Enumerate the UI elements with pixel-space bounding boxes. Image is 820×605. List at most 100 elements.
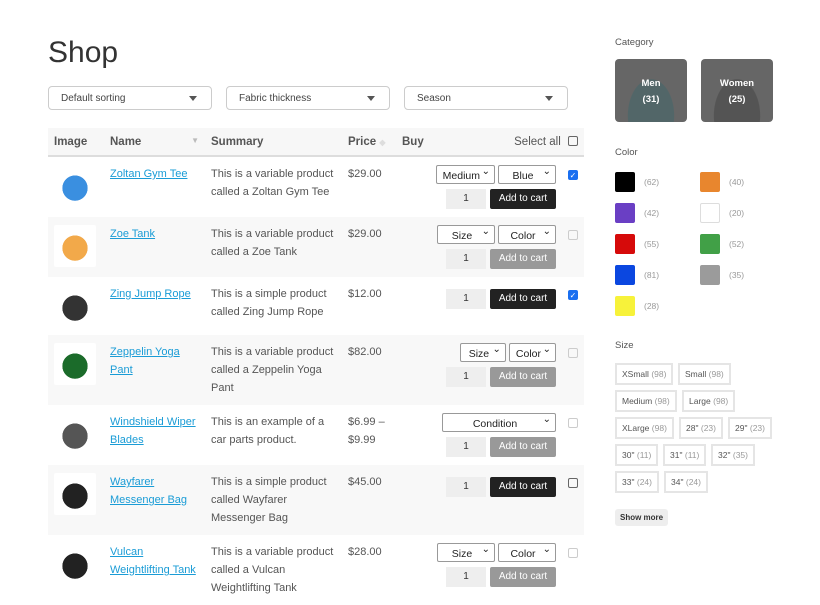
- size-filter-option[interactable]: 28" (23): [679, 417, 723, 439]
- size-filter-option[interactable]: Small (98): [678, 363, 731, 385]
- product-summary: This is a simple product called Wayfarer…: [205, 465, 342, 535]
- color-count: (20): [729, 208, 744, 218]
- select-all[interactable]: Select all: [514, 136, 578, 148]
- product-name-link[interactable]: Zoe Tank: [110, 228, 155, 240]
- size-filter-option[interactable]: 31" (11): [663, 444, 706, 466]
- product-name-link[interactable]: Zing Jump Rope: [110, 288, 191, 300]
- sorting-dropdown[interactable]: Default sorting: [48, 86, 212, 110]
- product-image[interactable]: [54, 225, 96, 267]
- size-filter-option[interactable]: 29" (23): [728, 417, 772, 439]
- product-image-cell: [48, 535, 104, 605]
- size-filter-option[interactable]: XSmall (98): [615, 363, 673, 385]
- product-image[interactable]: [54, 473, 96, 515]
- add-to-cart-button[interactable]: Add to cart: [490, 189, 556, 209]
- product-price: $45.00: [342, 465, 396, 535]
- size-filter-option[interactable]: 32" (35): [711, 444, 755, 466]
- color-swatch[interactable]: [615, 234, 635, 254]
- size-count: (98): [709, 369, 724, 379]
- add-to-cart-button[interactable]: Add to cart: [490, 367, 556, 387]
- buy-cell: SizeColor 1Add to cart: [396, 217, 584, 277]
- add-to-cart-button[interactable]: Add to cart: [490, 289, 556, 309]
- select-checkbox[interactable]: ✓: [568, 170, 578, 180]
- color-swatch[interactable]: [700, 234, 720, 254]
- select-checkbox[interactable]: [568, 548, 578, 558]
- size-filter-option[interactable]: Medium (98): [615, 390, 677, 412]
- table-row: Zoltan Gym Tee This is a variable produc…: [48, 156, 584, 217]
- variation-select[interactable]: Color: [498, 225, 556, 244]
- add-to-cart-button[interactable]: Add to cart: [490, 567, 556, 587]
- col-price[interactable]: Price ◆: [342, 128, 396, 156]
- product-name-link[interactable]: Windshield Wiper Blades: [110, 416, 196, 446]
- size-filter-option[interactable]: 34" (24): [664, 471, 708, 493]
- product-image[interactable]: [54, 165, 96, 207]
- product-summary: This is a variable product called a Zepp…: [205, 335, 342, 405]
- size-filter-option[interactable]: 33" (24): [615, 471, 659, 493]
- product-image[interactable]: [54, 543, 96, 585]
- size-label: XLarge: [622, 423, 649, 433]
- product-image[interactable]: [54, 343, 96, 385]
- variation-select[interactable]: Condition: [442, 413, 556, 432]
- add-to-cart-button[interactable]: Add to cart: [490, 437, 556, 457]
- select-checkbox[interactable]: [568, 478, 578, 488]
- col-price-label: Price: [348, 136, 376, 148]
- season-dropdown[interactable]: Season: [404, 86, 568, 110]
- color-swatch[interactable]: [615, 265, 635, 285]
- fabric-thickness-dropdown[interactable]: Fabric thickness: [226, 86, 390, 110]
- col-name[interactable]: Name▼: [104, 128, 205, 156]
- sort-icon[interactable]: ▼: [191, 136, 199, 145]
- variation-select[interactable]: Color: [509, 343, 556, 362]
- size-filter-option[interactable]: 30" (11): [615, 444, 658, 466]
- product-image[interactable]: [54, 285, 96, 327]
- product-image[interactable]: [54, 413, 96, 455]
- variation-select[interactable]: Blue: [498, 165, 556, 184]
- color-swatch[interactable]: [615, 296, 635, 316]
- quantity-input[interactable]: 1: [446, 289, 486, 309]
- select-checkbox[interactable]: [568, 418, 578, 428]
- quantity-input[interactable]: 1: [446, 249, 486, 269]
- size-label: Small: [685, 369, 706, 379]
- select-checkbox[interactable]: [568, 230, 578, 240]
- quantity-input[interactable]: 1: [446, 477, 486, 497]
- variation-select[interactable]: Size: [437, 225, 495, 244]
- size-filter-option[interactable]: Large (98): [682, 390, 735, 412]
- variation-select[interactable]: Size: [460, 343, 506, 362]
- product-name-link[interactable]: Zeppelin Yoga Pant: [110, 346, 180, 376]
- select-checkbox[interactable]: [568, 348, 578, 358]
- quantity-input[interactable]: 1: [446, 437, 486, 457]
- quantity-input[interactable]: 1: [446, 367, 486, 387]
- add-to-cart-button[interactable]: Add to cart: [490, 477, 556, 497]
- category-label: Men: [615, 76, 687, 92]
- page-title: Shop: [48, 36, 118, 70]
- quantity-input[interactable]: 1: [446, 567, 486, 587]
- product-image-cell: [48, 405, 104, 465]
- sort-icon[interactable]: ◆: [379, 138, 385, 147]
- size-count: (98): [713, 396, 728, 406]
- quantity-input[interactable]: 1: [446, 189, 486, 209]
- color-swatch[interactable]: [700, 172, 720, 192]
- category-women[interactable]: Women(25): [701, 59, 773, 122]
- size-count: (98): [655, 396, 670, 406]
- color-swatch[interactable]: [700, 203, 720, 223]
- col-image: Image: [48, 128, 104, 156]
- variation-select[interactable]: Color: [498, 543, 556, 562]
- color-swatch[interactable]: [700, 265, 720, 285]
- product-image-cell: [48, 156, 104, 217]
- select-all-checkbox[interactable]: [568, 136, 578, 146]
- select-checkbox[interactable]: ✓: [568, 290, 578, 300]
- product-name-link[interactable]: Zoltan Gym Tee: [110, 168, 187, 180]
- product-name-link[interactable]: Wayfarer Messenger Bag: [110, 476, 187, 506]
- product-price: $12.00: [342, 277, 396, 335]
- category-count: (25): [701, 92, 773, 108]
- product-name-link[interactable]: Vulcan Weightlifting Tank: [110, 546, 196, 576]
- size-label: 29": [735, 423, 747, 433]
- category-men[interactable]: Men(31): [615, 59, 687, 122]
- show-more-button[interactable]: Show more: [615, 509, 668, 526]
- variation-select[interactable]: Medium: [436, 165, 495, 184]
- add-to-cart-button[interactable]: Add to cart: [490, 249, 556, 269]
- col-buy: BuySelect all: [396, 128, 584, 156]
- color-swatch[interactable]: [615, 203, 635, 223]
- color-swatch[interactable]: [615, 172, 635, 192]
- variation-select[interactable]: Size: [437, 543, 495, 562]
- table-row: Zing Jump Rope This is a simple product …: [48, 277, 584, 335]
- size-filter-option[interactable]: XLarge (98): [615, 417, 674, 439]
